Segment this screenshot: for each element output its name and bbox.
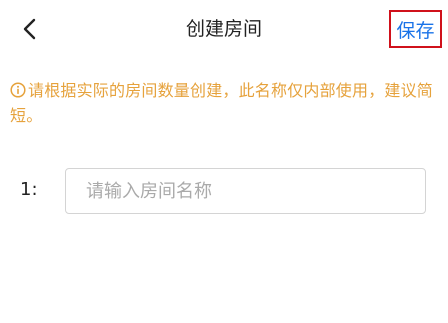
save-button[interactable]: 保存 — [389, 10, 442, 48]
info-circle-icon — [10, 82, 26, 98]
info-notice: 请根据实际的房间数量创建，此名称仅内部使用，建议简短。 — [10, 78, 440, 128]
room-name-input[interactable] — [65, 168, 426, 214]
app-header: 创建房间 保存 — [0, 0, 448, 60]
room-index-label: 1: — [20, 179, 38, 200]
notice-text: 请根据实际的房间数量创建，此名称仅内部使用，建议简短。 — [10, 81, 434, 125]
page-title: 创建房间 — [185, 18, 262, 40]
